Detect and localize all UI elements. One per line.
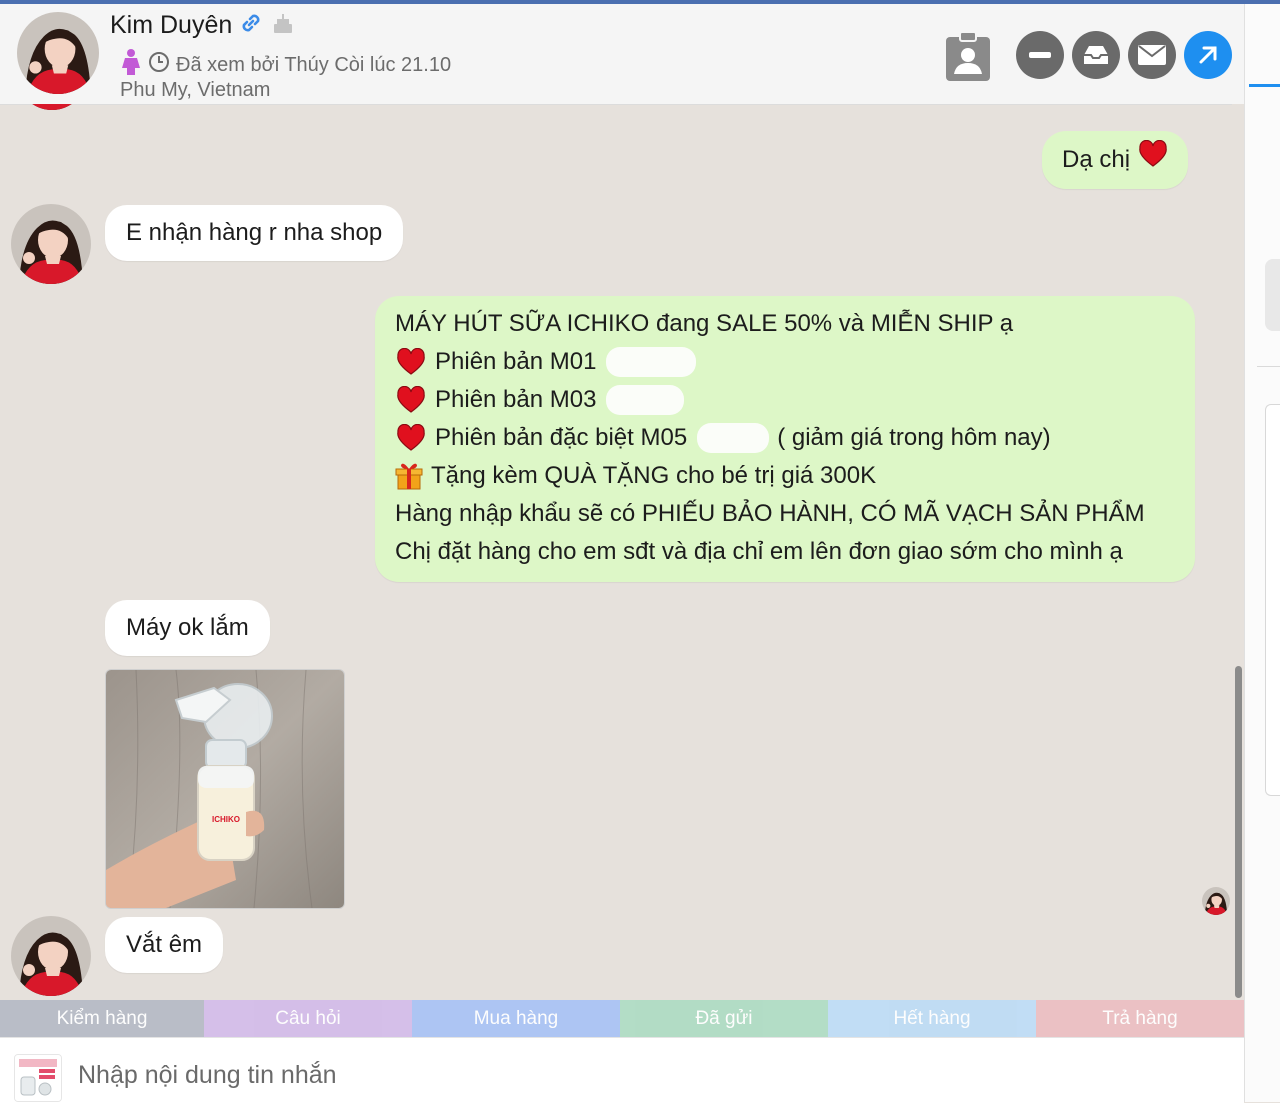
- female-gender-icon: [120, 48, 142, 82]
- incoming-message[interactable]: Vắt êm: [105, 917, 224, 973]
- photo-attachment[interactable]: ICHIKO: [105, 669, 345, 909]
- message-line: MÁY HÚT SỮA ICHIKO đang SALE 50% và MIỄN…: [395, 310, 1014, 337]
- contact-card-button[interactable]: [944, 31, 992, 83]
- tag-button[interactable]: Câu hỏi: [204, 1000, 412, 1037]
- contact-avatar[interactable]: [11, 204, 91, 284]
- side-card: [1265, 404, 1280, 796]
- product-image-icon: [15, 1055, 61, 1101]
- redacted-price: [606, 385, 685, 415]
- chat-scrollbar[interactable]: [1232, 104, 1244, 1000]
- tag-button[interactable]: Trả hàng: [1036, 1000, 1244, 1037]
- message-text: Máy ok lắm: [126, 614, 249, 641]
- mail-button[interactable]: [1128, 31, 1176, 79]
- contact-card-icon: [946, 31, 990, 81]
- side-handle[interactable]: [1265, 259, 1280, 331]
- birthday-cake-icon: [270, 10, 296, 41]
- message-input[interactable]: [76, 1052, 1220, 1098]
- redacted-price: [606, 347, 697, 377]
- redacted-price: [697, 423, 770, 453]
- side-panel: [1244, 4, 1280, 1102]
- clock-icon: [148, 51, 170, 79]
- link-icon: [238, 10, 264, 41]
- archive-button[interactable]: [1072, 31, 1120, 79]
- attachment-thumbnail[interactable]: [14, 1054, 62, 1102]
- contact-avatar[interactable]: [11, 916, 91, 996]
- heart-emoji-icon: [1138, 139, 1168, 180]
- message-text: Dạ chị: [1062, 146, 1131, 173]
- open-external-button[interactable]: [1184, 31, 1232, 79]
- message-line: Phiên bản đặc biệt M05( giảm giá trong h…: [395, 419, 1175, 457]
- message-line: Tặng kèm QUÀ TẶNG cho bé trị giá 300K: [395, 457, 1175, 495]
- message-line: Phiên bản M01: [395, 343, 1175, 381]
- inbox-icon: [1084, 46, 1108, 64]
- arrow-up-right-icon: [1199, 46, 1217, 64]
- tag-button[interactable]: Mua hàng: [412, 1000, 620, 1037]
- outgoing-message-promo[interactable]: MÁY HÚT SỮA ICHIKO đang SALE 50% và MIỄN…: [375, 296, 1195, 582]
- message-composer: [0, 1037, 1244, 1103]
- scrollbar-thumb[interactable]: [1235, 666, 1242, 998]
- heart-emoji-icon: [397, 348, 425, 375]
- minus-icon: [1029, 52, 1051, 58]
- incoming-message[interactable]: E nhận hàng r nha shop: [105, 205, 404, 261]
- tag-bar: Kiểm hàng Câu hỏi Mua hàng Đã gửi Hết hà…: [0, 1000, 1244, 1037]
- message-text: Vắt êm: [126, 931, 203, 958]
- message-line: Chị đặt hàng cho em sđt và địa chỉ em lê…: [395, 538, 1123, 565]
- message-line: Hàng nhập khẩu sẽ có PHIẾU BẢO HÀNH, CÓ …: [395, 500, 1145, 527]
- contact-name[interactable]: Kim Duyên: [110, 11, 232, 40]
- contact-location: Phu My, Vietnam: [120, 79, 271, 101]
- seen-text: Đã xem bởi Thúy Còi lúc 21.10: [176, 53, 452, 76]
- incoming-message[interactable]: Máy ok lắm: [105, 600, 270, 656]
- contact-avatar[interactable]: [17, 12, 99, 94]
- message-text: E nhận hàng r nha shop: [126, 219, 383, 246]
- seen-status-row: Đã xem bởi Thúy Còi lúc 21.10: [120, 48, 451, 82]
- contact-name-row: Kim Duyên: [110, 10, 296, 41]
- read-receipt-avatar: [1202, 887, 1230, 915]
- heart-emoji-icon: [397, 424, 425, 451]
- gift-emoji-icon: [395, 463, 423, 490]
- minimize-button[interactable]: [1016, 31, 1064, 79]
- side-divider: [1257, 366, 1280, 367]
- message-line: Phiên bản M03: [395, 381, 1175, 419]
- tag-button[interactable]: Đã gửi: [620, 1000, 828, 1037]
- heart-emoji-icon: [397, 386, 425, 413]
- outgoing-message[interactable]: Dạ chị: [1042, 131, 1189, 189]
- mail-icon: [1138, 45, 1166, 65]
- pump-brand-label: ICHIKO: [212, 815, 240, 824]
- chat-header: Kim Duyên Đã xem bởi Thúy Còi lúc 21.10 …: [0, 4, 1244, 105]
- side-tab-indicator: [1249, 84, 1280, 87]
- tag-button[interactable]: Kiểm hàng: [0, 1000, 204, 1037]
- tag-button[interactable]: Hết hàng: [828, 1000, 1036, 1037]
- breast-pump-photo: ICHIKO: [106, 670, 344, 908]
